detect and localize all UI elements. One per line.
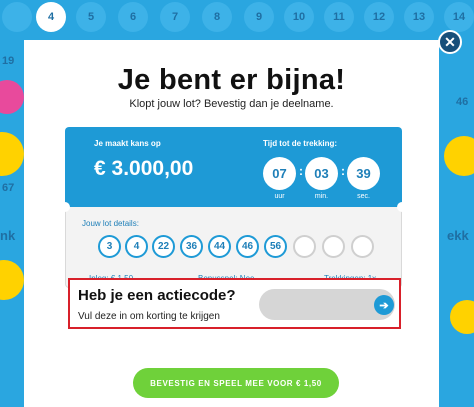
confirmation-modal: Je bent er bijna! Klopt jouw lot? Bevest…	[24, 40, 439, 407]
bg-number-ball: 9	[244, 2, 274, 32]
ticket-header: Je maakt kans op € 3.000,00 Tijd tot de …	[65, 127, 402, 207]
close-icon: ✕	[444, 33, 456, 50]
action-code-section: Heb je een actiecode? Vul deze in om kor…	[68, 278, 401, 329]
bg-side-word: nk	[0, 228, 16, 243]
decorative-ball-yellow	[444, 136, 474, 176]
lottery-number: 36	[180, 235, 203, 258]
bg-side-number: 19	[2, 55, 15, 67]
empty-number-slot	[293, 235, 316, 258]
bg-number-ball: 4	[36, 2, 66, 32]
lottery-ticket: Je maakt kans op € 3.000,00 Tijd tot de …	[60, 127, 407, 288]
background-number-strip: 4 5 6 7 8 9 10 11 12 13 14	[0, 0, 474, 36]
empty-number-slot	[351, 235, 374, 258]
bg-number-ball	[2, 2, 32, 32]
lottery-number: 56	[264, 235, 287, 258]
bg-number-ball: 14	[444, 2, 474, 32]
bg-number-ball: 12	[364, 2, 394, 32]
close-modal-button[interactable]: ✕	[438, 30, 462, 54]
lottery-number: 22	[152, 235, 175, 258]
countdown-label: Tijd tot de trekking:	[263, 139, 338, 148]
action-code-title: Heb je een actiecode?	[78, 287, 236, 304]
bg-side-word: ekk	[447, 228, 469, 243]
ticket-notch	[60, 202, 70, 212]
bg-number-ball: 6	[118, 2, 148, 32]
lottery-number: 44	[208, 235, 231, 258]
countdown-hours: 07	[263, 157, 296, 190]
modal-subtitle: Klopt jouw lot? Bevestig dan je deelname…	[129, 98, 334, 110]
lot-details-label: Jouw lot details:	[82, 219, 139, 228]
decorative-ball-yellow	[450, 300, 474, 334]
bg-side-number: 67	[2, 182, 15, 194]
countdown-unit: sec.	[357, 193, 370, 200]
modal-title: Je bent er bijna!	[117, 64, 346, 96]
bg-number-ball: 7	[160, 2, 190, 32]
arrow-right-icon: ➔	[379, 299, 389, 312]
bg-number-ball: 10	[284, 2, 314, 32]
countdown-unit: min.	[314, 193, 329, 200]
lottery-number: 46	[236, 235, 259, 258]
lottery-number: 4	[125, 235, 148, 258]
countdown-separator: :	[341, 164, 345, 178]
countdown-seconds: 39	[347, 157, 380, 190]
bg-side-number: 46	[456, 96, 469, 108]
countdown-minutes: 03	[305, 157, 338, 190]
chance-label: Je maakt kans op	[94, 139, 161, 148]
decorative-ball-yellow	[0, 260, 24, 300]
countdown-unit: uur	[274, 193, 285, 200]
bg-number-ball: 13	[404, 2, 434, 32]
bg-number-ball: 5	[76, 2, 106, 32]
empty-number-slot	[322, 235, 345, 258]
decorative-ball-yellow	[0, 132, 24, 176]
lottery-number: 3	[98, 235, 121, 258]
action-code-description: Vul deze in om korting te krijgen	[78, 311, 220, 322]
countdown-separator: :	[299, 164, 303, 178]
confirm-and-play-button[interactable]: BEVESTIG EN SPEEL MEE VOOR € 1,50	[133, 368, 339, 398]
jackpot-amount: € 3.000,00	[94, 157, 194, 180]
ticket-notch	[397, 202, 407, 212]
bg-number-ball: 8	[202, 2, 232, 32]
action-code-submit-button[interactable]: ➔	[374, 295, 394, 315]
decorative-ball-pink	[0, 80, 24, 114]
ticket-details: Jouw lot details: 3 4 22 36 44 46 56 Inl…	[65, 207, 402, 288]
bg-number-ball: 11	[324, 2, 354, 32]
